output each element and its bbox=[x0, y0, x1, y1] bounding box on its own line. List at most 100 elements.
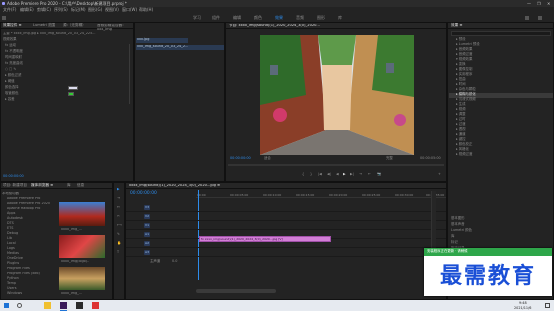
effect-motion[interactable]: fx 运动 bbox=[5, 43, 16, 47]
workspace-tab[interactable]: 颜色 bbox=[254, 15, 262, 20]
workspace-tab-active[interactable]: 效果 bbox=[275, 15, 283, 20]
effects-item[interactable]: ▸ 过时 bbox=[456, 117, 466, 121]
threshold[interactable]: ▸ 阈值 bbox=[5, 79, 15, 83]
workspace-tab[interactable]: 编辑 bbox=[233, 15, 241, 20]
folder-item[interactable]: Adobe Premiere Pro bbox=[7, 197, 54, 200]
clip-item[interactable]: xxx_img_sound_20_03_24_2... bbox=[137, 45, 223, 48]
folder-item[interactable]: Users bbox=[7, 286, 17, 290]
effects-item[interactable]: ▸ 音频效果 bbox=[456, 47, 472, 51]
panel-link[interactable]: Lumetri 颜色 bbox=[451, 228, 472, 232]
color-swatch[interactable] bbox=[68, 86, 78, 90]
tab-media-browser[interactable]: 媒体浏览器 ≡ bbox=[31, 183, 53, 188]
folder-item[interactable]: Lib bbox=[7, 236, 12, 240]
folder-item[interactable]: Debug bbox=[7, 231, 18, 235]
go-to-out-button[interactable]: ⇥ bbox=[359, 172, 362, 176]
track-label[interactable]: V2 bbox=[144, 214, 150, 219]
effect-controls-timecode[interactable]: 00:00:00:00 bbox=[3, 174, 24, 178]
workspace-tab[interactable]: 库 bbox=[338, 15, 342, 20]
track-label[interactable]: V1 bbox=[144, 223, 150, 228]
effects-item[interactable]: ▸ 实用程序 bbox=[456, 72, 472, 76]
effects-item[interactable]: ▸ 生成 bbox=[456, 102, 466, 106]
color-swatch[interactable] bbox=[68, 92, 74, 96]
effects-item[interactable]: ▸ 调整 bbox=[456, 112, 466, 116]
minimize-button[interactable]: — bbox=[527, 1, 531, 6]
timeline-tab[interactable]: xxxx_img(sound)(1)_2020_2024_3(0)_2020..… bbox=[129, 184, 349, 188]
effects-item[interactable]: ▸ 音频过渡 bbox=[456, 52, 472, 56]
effects-item[interactable]: ▸ 模糊与锐化 bbox=[456, 92, 476, 96]
folder-item[interactable]: Program Files bbox=[7, 267, 54, 270]
premiere-taskbar-icon[interactable] bbox=[60, 302, 67, 309]
tolerance[interactable]: ▸ 容差 bbox=[5, 97, 15, 101]
track-label[interactable]: A1 bbox=[144, 232, 150, 237]
search-icon[interactable] bbox=[525, 15, 529, 20]
notification-icon[interactable] bbox=[545, 303, 550, 308]
folder-item[interactable]: Medias bbox=[7, 251, 19, 255]
folder-item[interactable]: ETS bbox=[7, 226, 13, 230]
workspace-tab[interactable]: 图形 bbox=[317, 15, 325, 20]
track-label[interactable]: A3 bbox=[144, 250, 150, 255]
menu-help[interactable]: 帮助(H) bbox=[139, 8, 153, 12]
tab-effects[interactable]: 效果 ≡ bbox=[451, 23, 462, 28]
pen-tool-icon[interactable]: ✎ bbox=[117, 232, 120, 236]
effects-item[interactable]: ▸ 视频过渡 bbox=[456, 152, 472, 156]
folder-item[interactable]: Python bbox=[7, 276, 19, 280]
effects-item[interactable]: ▾ 视频效果 bbox=[456, 57, 472, 61]
effects-item[interactable]: ▸ 变换 bbox=[456, 62, 466, 66]
step-back-button[interactable]: ◀| bbox=[327, 172, 331, 176]
app-taskbar-icon[interactable] bbox=[76, 302, 83, 309]
lift-button[interactable]: ⇤ bbox=[368, 172, 371, 176]
effects-item[interactable]: ▸ Lumetri 预设 bbox=[456, 42, 480, 46]
panel-link[interactable]: 基本图形 bbox=[451, 216, 465, 220]
horizontal-scrollbar[interactable] bbox=[196, 289, 276, 293]
tab-source[interactable]: 源:（无剪辑） bbox=[63, 23, 86, 28]
effects-item[interactable]: ▸ 时间 bbox=[456, 82, 466, 86]
folder-item[interactable]: 本地驱动器 bbox=[2, 192, 19, 195]
effect-time-remap[interactable]: 时间重映射 bbox=[5, 55, 22, 59]
ripple-edit-tool-icon[interactable]: ↔ bbox=[117, 205, 120, 209]
menu-sequence[interactable]: 序列(S) bbox=[54, 8, 68, 12]
menu-clip[interactable]: 剪辑(C) bbox=[37, 8, 51, 12]
workspace-tab[interactable]: 音频 bbox=[296, 15, 304, 20]
color-filter[interactable]: ▸ 颜色过滤 bbox=[5, 73, 21, 77]
effects-item[interactable]: ▸ 风格化 bbox=[456, 147, 469, 151]
folder-item[interactable]: Temp bbox=[7, 281, 16, 285]
home-icon[interactable] bbox=[2, 15, 6, 20]
effects-item[interactable]: ▸ 通道 bbox=[456, 132, 466, 136]
folder-item[interactable]: PlugIns bbox=[7, 261, 19, 265]
start-icon[interactable] bbox=[4, 303, 9, 308]
media-thumbnail[interactable] bbox=[59, 235, 105, 258]
mark-out-button[interactable]: } bbox=[310, 172, 312, 176]
tab-lumetri-scopes[interactable]: Lumetri 范围 bbox=[33, 23, 55, 28]
effect-luma-curve[interactable]: fx 亮度曲线 bbox=[5, 61, 23, 65]
panel-link[interactable]: 标记 bbox=[451, 240, 458, 244]
folder-item[interactable]: Windows bbox=[7, 291, 22, 295]
effects-item[interactable]: ▸ 透视 bbox=[456, 127, 466, 131]
folder-item[interactable]: Adobe Premiere Pro 2020 bbox=[7, 202, 54, 205]
menu-marker[interactable]: 标记(M) bbox=[71, 8, 86, 12]
track-label[interactable]: V3 bbox=[144, 205, 150, 210]
close-button[interactable]: ✕ bbox=[547, 1, 550, 6]
folder-item[interactable]: Autodesk bbox=[7, 216, 23, 220]
folder-item[interactable]: Apache Hadoop Pro bbox=[7, 207, 54, 210]
folder-item[interactable]: Logs bbox=[7, 246, 15, 250]
mark-in-button[interactable]: { bbox=[302, 172, 304, 176]
effects-item[interactable]: ▸ 杂色与颗粒 bbox=[456, 87, 476, 91]
workspace-tab[interactable]: 组件 bbox=[212, 15, 220, 20]
tab-libraries[interactable]: 库 bbox=[67, 183, 71, 188]
menu-graphics[interactable]: 图形(G) bbox=[88, 8, 102, 12]
clock-date[interactable]: 2021/11/6 bbox=[514, 306, 531, 310]
program-tab[interactable]: 节目: xxxx_img(sound)(1)_2020_2024_3(0)_20… bbox=[229, 24, 439, 28]
maximize-button[interactable]: ❐ bbox=[537, 1, 541, 6]
effects-item[interactable]: ▸ 过渡 bbox=[456, 122, 466, 126]
menu-window[interactable]: 窗口(W) bbox=[122, 8, 137, 12]
playhead-scrubber[interactable] bbox=[228, 164, 444, 166]
eyedropper-color[interactable]: 吸管颜色 bbox=[5, 91, 19, 95]
app-taskbar-icon[interactable] bbox=[92, 302, 99, 309]
play-button[interactable]: ▶ bbox=[343, 172, 346, 176]
type-tool-icon[interactable]: T bbox=[117, 250, 119, 254]
timeline-timecode[interactable]: 00:00:00:00 bbox=[130, 191, 157, 196]
tab-info[interactable]: 信息 bbox=[77, 183, 84, 188]
tab-audio-mixer[interactable]: 音频剪辑混合器：xxx_img bbox=[97, 24, 133, 31]
search-icon[interactable] bbox=[17, 303, 22, 308]
folder-item[interactable]: Local bbox=[7, 241, 16, 245]
